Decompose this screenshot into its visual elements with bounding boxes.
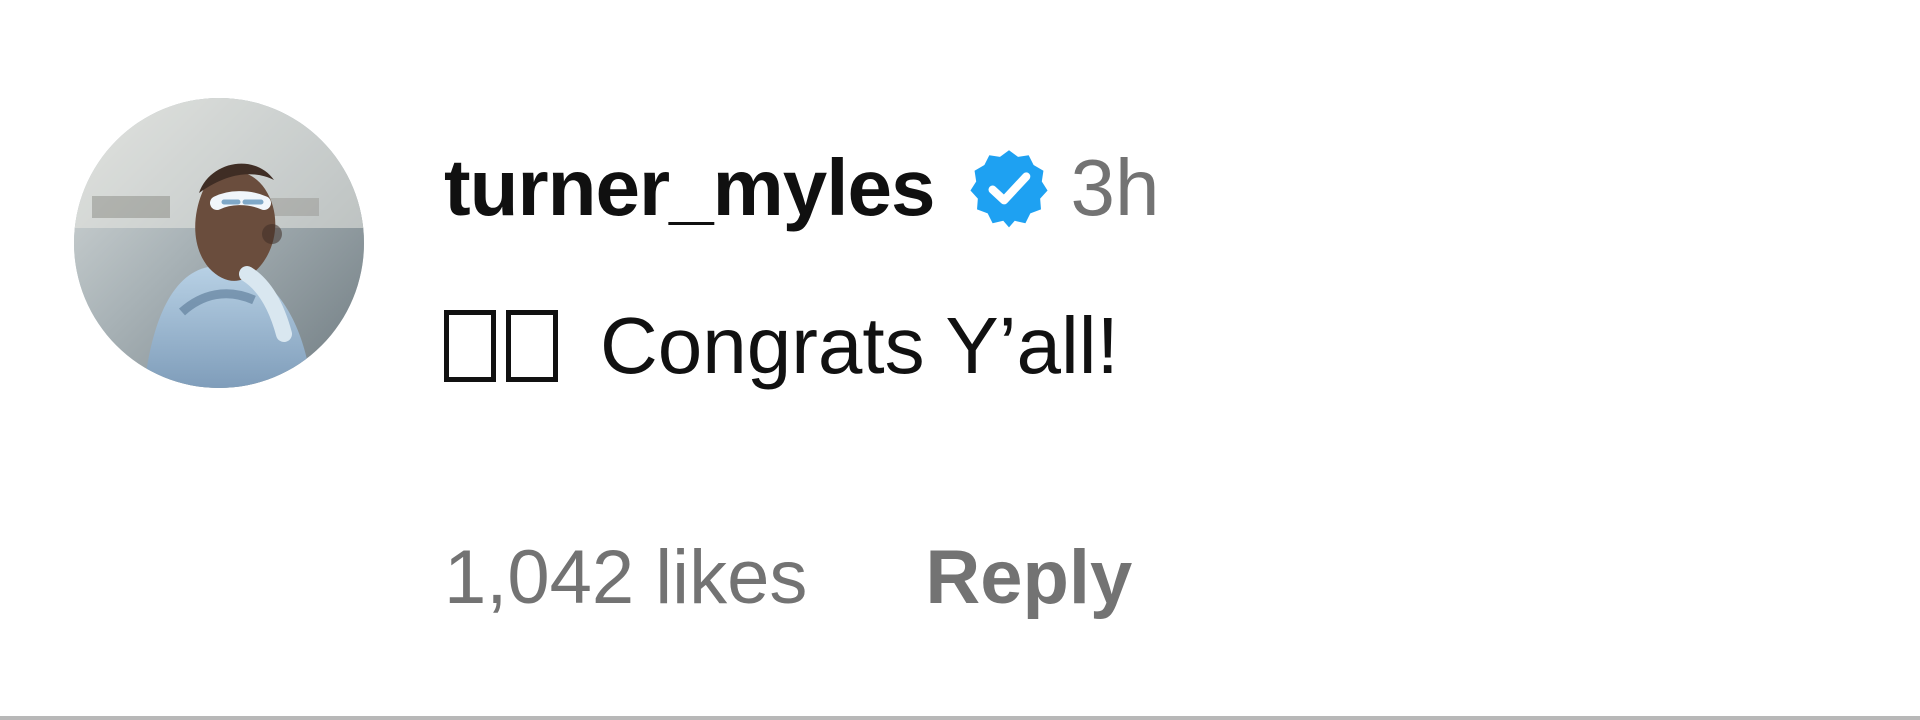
comment-actions: 1,042 likes Reply <box>444 540 1132 616</box>
bottom-divider <box>0 716 1920 720</box>
comment-text: Congrats Y’all! <box>444 306 1119 386</box>
avatar-image <box>74 98 364 388</box>
comment-header: turner_myles 3h <box>444 148 1159 228</box>
username-link[interactable]: turner_myles <box>444 148 935 228</box>
comment-item: turner_myles 3h Congrats Y’all! 1,042 li… <box>0 0 1920 720</box>
likes-count[interactable]: 1,042 likes <box>444 540 807 616</box>
comment-body: Congrats Y’all! <box>600 301 1119 390</box>
comment-timestamp: 3h <box>1070 143 1160 232</box>
reply-button[interactable]: Reply <box>925 540 1132 616</box>
avatar[interactable] <box>74 98 364 388</box>
emoji-placeholder-icon <box>506 310 558 382</box>
emoji-placeholder-icon <box>444 310 496 382</box>
verified-badge-icon <box>968 147 1050 229</box>
